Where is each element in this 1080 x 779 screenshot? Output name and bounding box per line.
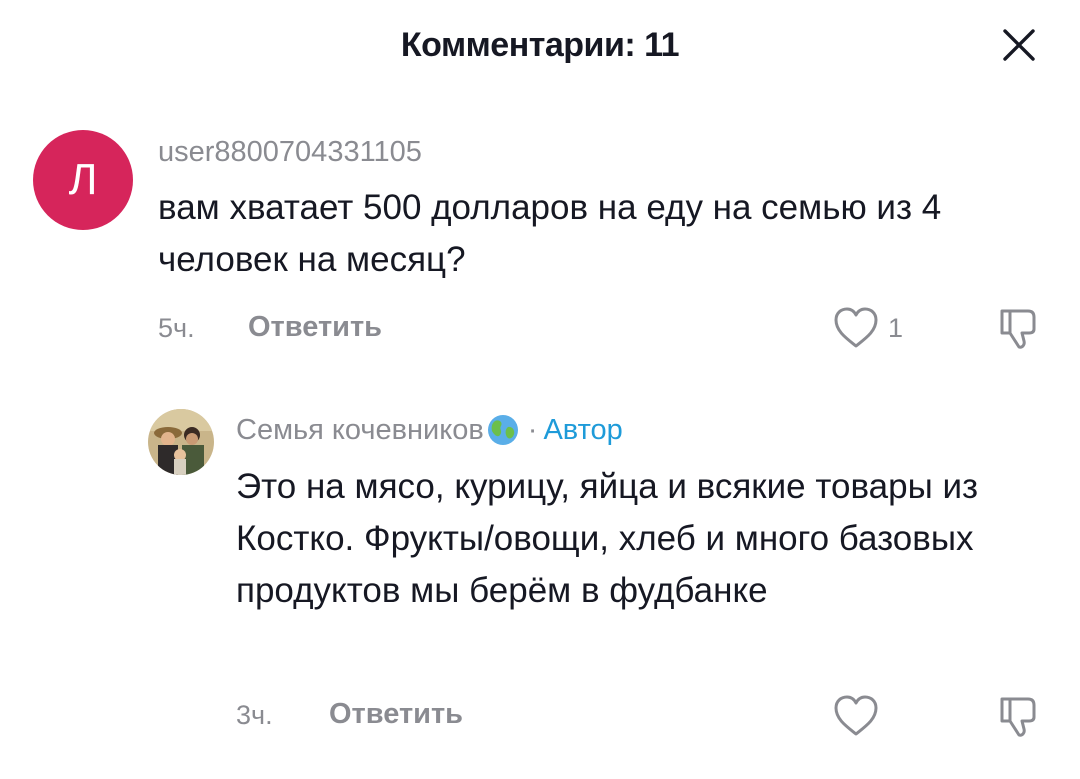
thumbs-down-icon [1000, 309, 1036, 349]
comment-text: вам хватает 500 долларов на еду на семью… [158, 188, 942, 279]
separator-dot: · [527, 413, 538, 446]
close-button[interactable] [996, 22, 1042, 68]
avatar[interactable] [148, 409, 214, 475]
heart-icon [834, 307, 878, 348]
comments-title: Комментарии: 11 [400, 26, 680, 64]
heart-icon [834, 695, 878, 736]
close-icon [1003, 29, 1035, 61]
reply-timestamp: 3ч. [236, 700, 273, 730]
reply-button[interactable]: Ответить [329, 698, 463, 731]
like-button[interactable] [832, 306, 880, 350]
like-count: 1 [888, 313, 904, 343]
dislike-button[interactable] [994, 305, 1040, 351]
dislike-button[interactable] [994, 693, 1040, 739]
reply-text: Это на мясо, курицу, яйца и всякие товар… [236, 467, 979, 610]
family-photo-avatar [148, 409, 214, 475]
comment-timestamp: 5ч. [158, 313, 195, 343]
reply-username[interactable]: Семья кочевников [236, 414, 484, 447]
globe-icon [486, 413, 520, 447]
reply-username-row[interactable]: Семья кочевников · Автор [236, 413, 623, 447]
thumbs-down-icon [1000, 697, 1036, 737]
comment-username[interactable]: user8800704331105 [158, 136, 422, 169]
author-badge: Автор [543, 413, 623, 446]
reply-button[interactable]: Ответить [248, 311, 382, 344]
like-button[interactable] [832, 694, 880, 738]
avatar[interactable]: Л [33, 130, 133, 230]
